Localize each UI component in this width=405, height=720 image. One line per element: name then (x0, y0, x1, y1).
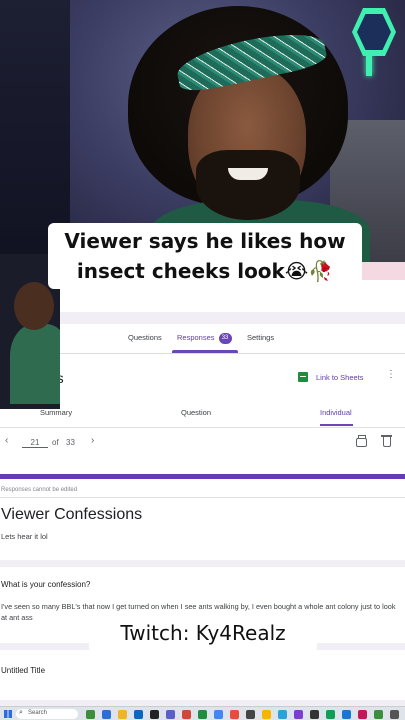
tab-responses[interactable]: Responses 33 (177, 333, 232, 344)
question-label: What is your confession? (1, 580, 91, 589)
taskbar-app-icon[interactable] (102, 710, 111, 719)
inset-person-head (14, 282, 54, 330)
note-divider (0, 497, 405, 498)
taskbar-app-icon[interactable] (326, 710, 335, 719)
streamer-smile (228, 168, 268, 180)
subtab-question[interactable]: Question (181, 408, 211, 417)
neon-light-bar (366, 54, 372, 76)
taskbar-app-icon[interactable] (310, 710, 319, 719)
previous-response-icon[interactable]: ‹ (5, 435, 8, 446)
taskbar-app-icon[interactable] (150, 710, 159, 719)
form-title-card: Responses cannot be edited Viewer Confes… (0, 474, 405, 560)
video-caption: Viewer says he likes how insect cheeks l… (48, 223, 362, 289)
taskbar: ⌕ Search (0, 706, 405, 720)
taskbar-app-icon[interactable] (118, 710, 127, 719)
tab-responses-label: Responses (177, 333, 215, 342)
pager-of-label: of (52, 438, 59, 447)
not-editable-note: Responses cannot be edited (1, 487, 78, 493)
taskbar-app-icon[interactable] (230, 710, 239, 719)
sheets-icon[interactable] (298, 372, 308, 382)
form-title: Viewer Confessions (1, 506, 143, 523)
taskbar-app-icon[interactable] (86, 710, 95, 719)
taskbar-search-label: Search (28, 710, 48, 716)
taskbar-app-icon[interactable] (166, 710, 175, 719)
form-tabs: Questions Responses 33 Settings (0, 324, 405, 354)
subtab-summary[interactable]: Summary (40, 408, 72, 417)
delete-icon[interactable] (381, 435, 392, 447)
taskbar-app-icon[interactable] (358, 710, 367, 719)
link-to-sheets-button[interactable]: Link to Sheets (316, 373, 364, 382)
taskbar-app-icon[interactable] (246, 710, 255, 719)
taskbar-app-icon[interactable] (262, 710, 271, 719)
print-icon[interactable] (356, 435, 367, 447)
taskbar-app-icon[interactable] (214, 710, 223, 719)
response-number-input[interactable]: 21 (22, 438, 48, 448)
header-divider (0, 427, 405, 428)
taskbar-search[interactable]: ⌕ Search (16, 709, 78, 719)
responses-header-card: nses Link to Sheets ⋮ Summary Question I… (0, 354, 405, 482)
active-subtab-indicator (320, 424, 353, 426)
taskbar-app-icon[interactable] (342, 710, 351, 719)
windows-start-icon[interactable] (4, 710, 12, 718)
active-tab-indicator (172, 350, 238, 353)
twitch-handle-banner: Twitch: Ky4Realz (89, 614, 317, 652)
neon-sign (310, 10, 346, 28)
more-options-icon[interactable]: ⋮ (386, 369, 396, 380)
search-icon: ⌕ (19, 709, 23, 716)
taskbar-app-icon[interactable] (198, 710, 207, 719)
browser-accent-strip (355, 262, 405, 280)
taskbar-app-icon[interactable] (294, 710, 303, 719)
untitled-question-card: Untitled Title (0, 650, 405, 700)
taskbar-app-icon[interactable] (182, 710, 191, 719)
tab-settings[interactable]: Settings (247, 333, 274, 342)
responses-count-badge: 33 (218, 333, 232, 344)
taskbar-app-icon[interactable] (390, 710, 399, 719)
taskbar-app-icon[interactable] (134, 710, 143, 719)
streamer-beard (196, 150, 300, 220)
subtab-individual[interactable]: Individual (320, 408, 352, 417)
form-description: Lets hear it lol (1, 532, 48, 541)
pager-total: 33 (66, 438, 75, 447)
tab-questions[interactable]: Questions (128, 333, 162, 342)
taskbar-app-icon[interactable] (278, 710, 287, 719)
next-response-icon[interactable]: › (91, 435, 94, 446)
inset-person-body (10, 324, 60, 404)
taskbar-app-icon[interactable] (374, 710, 383, 719)
untitled-question-label: Untitled Title (1, 666, 46, 675)
